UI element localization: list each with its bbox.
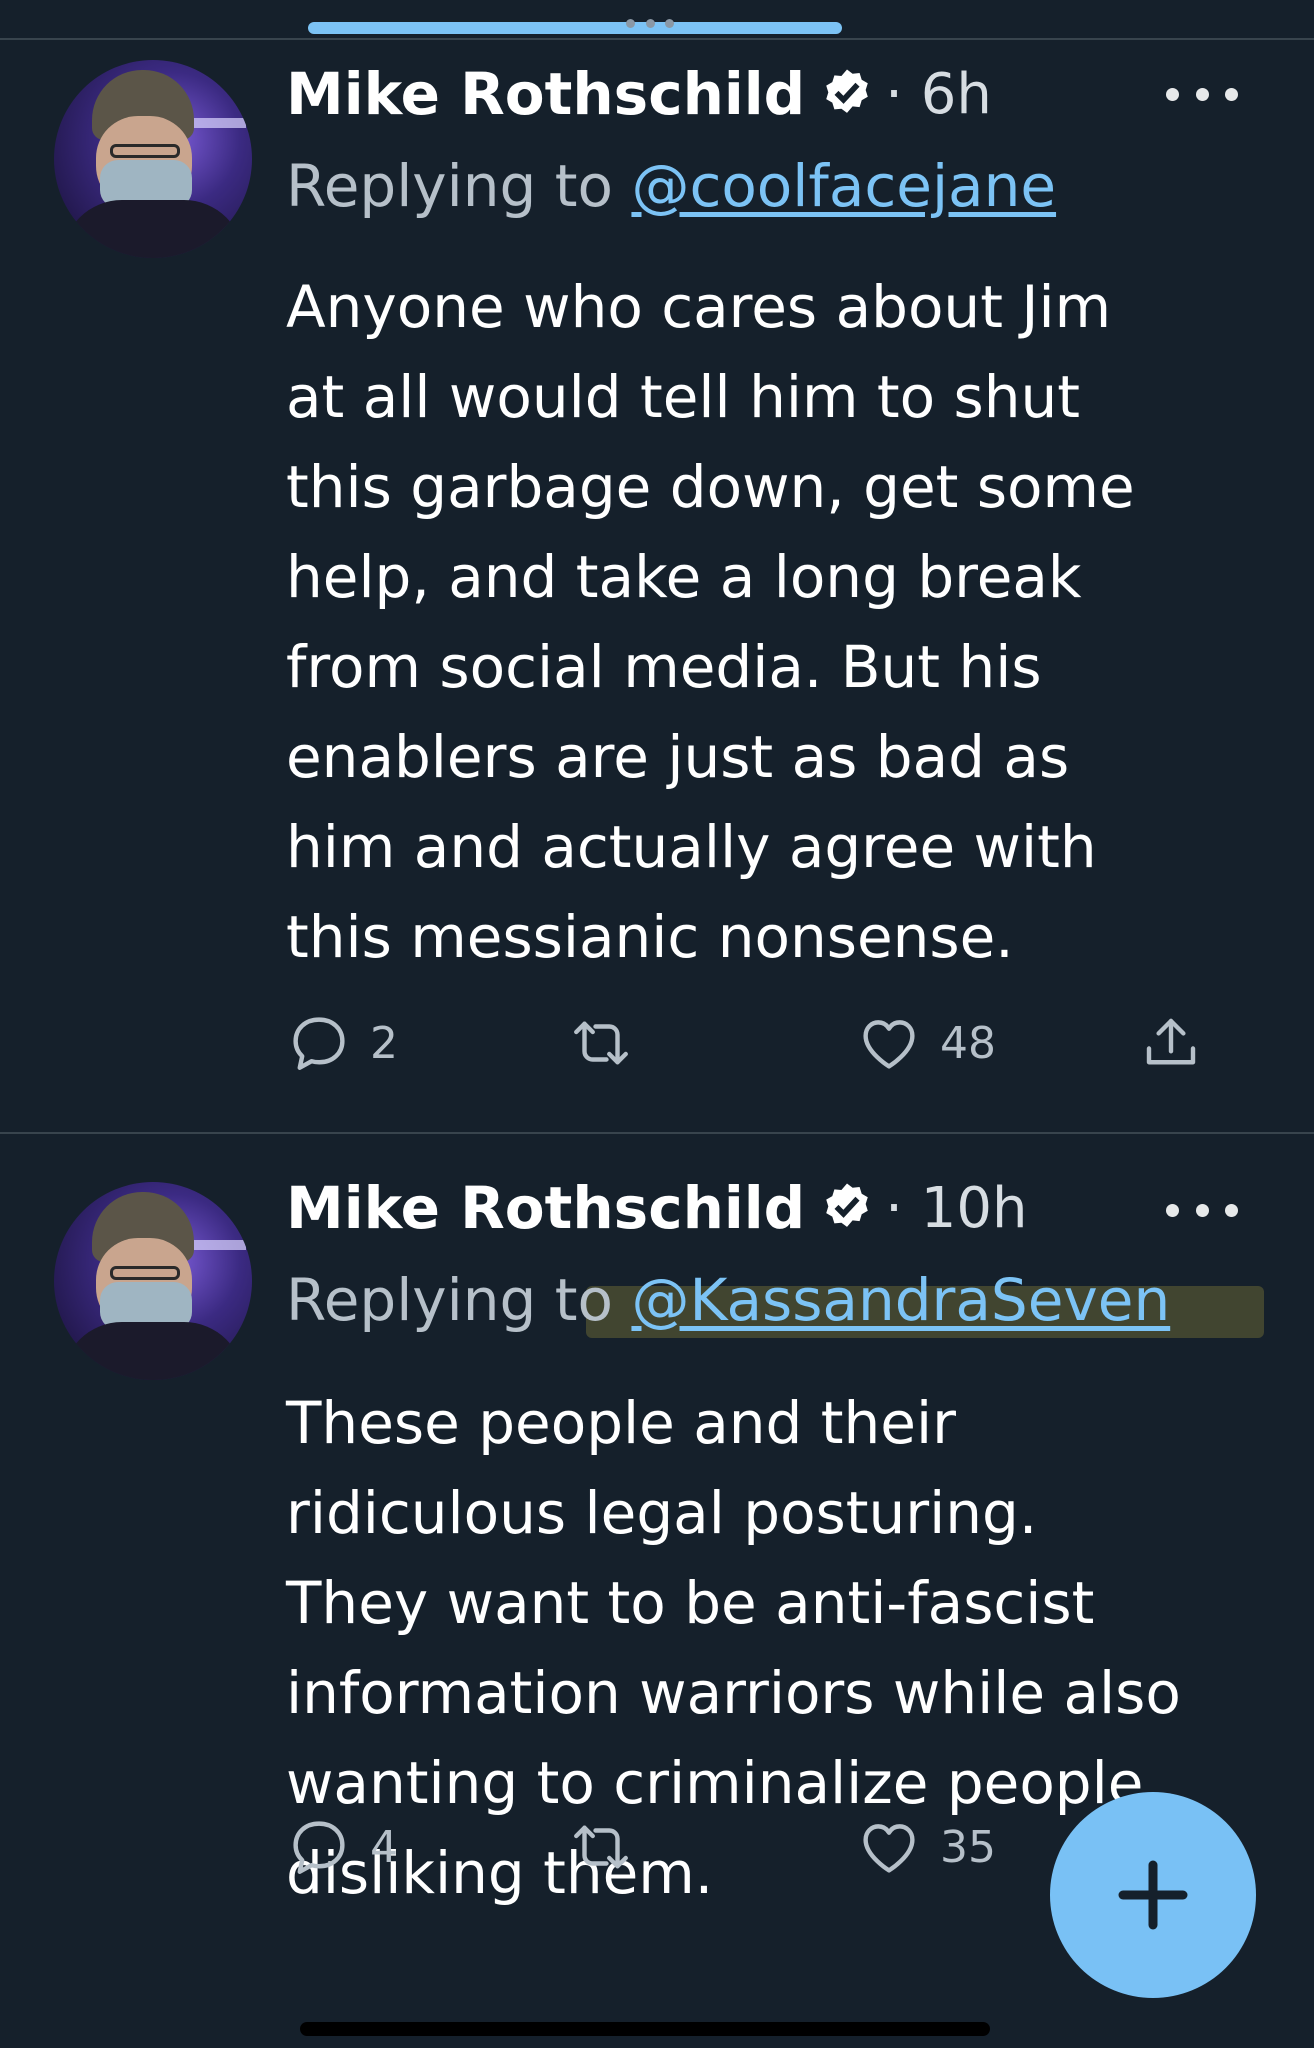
reply-button[interactable]: 2 [286, 1008, 398, 1078]
heart-icon [863, 1020, 915, 1069]
retweet-button[interactable] [568, 1008, 634, 1078]
tweet-divider [0, 1132, 1314, 1134]
avatar[interactable] [54, 1182, 252, 1380]
tweet-text-line: from social media. But his [286, 633, 1042, 701]
heart-icon [863, 1824, 915, 1873]
retweet-button[interactable] [568, 1812, 634, 1882]
tweet-text-line: information warriors while also [286, 1659, 1181, 1727]
home-indicator[interactable] [300, 2022, 990, 2036]
replying-prefix: Replying to [286, 152, 613, 220]
top-bar [0, 0, 1314, 40]
tweet-text-line: They want to be anti-fascist [286, 1569, 1095, 1637]
tweet-text: Anyone who cares about Jim at all would … [286, 262, 1276, 982]
like-count: 35 [940, 1821, 996, 1873]
tweet-text-line: at all would tell him to shut [286, 363, 1081, 431]
reply-handle-link[interactable]: @KassandraSeven [631, 1266, 1170, 1334]
replying-to: Replying to @coolfacejane [286, 152, 1056, 220]
tweet[interactable]: Mike Rothschild · 6h Replying to @coolfa… [0, 40, 1314, 1134]
tweet-time[interactable]: · 6h [885, 62, 992, 127]
tweet-time[interactable]: · 10h [885, 1176, 1027, 1241]
author-name[interactable]: Mike Rothschild [286, 1174, 805, 1242]
retweet-icon [574, 1825, 628, 1869]
tweet-text-line: this garbage down, get some [286, 453, 1135, 521]
scroll-dots-icon [626, 18, 674, 28]
tweet-header: Mike Rothschild · 10h [286, 1168, 1028, 1248]
compose-button[interactable] [1050, 1792, 1256, 1998]
retweet-icon [574, 1021, 628, 1065]
like-count: 48 [940, 1017, 996, 1069]
scroll-indicator [308, 22, 842, 34]
tweet-text-line: help, and take a long break [286, 543, 1082, 611]
reply-count: 2 [370, 1017, 398, 1069]
like-button[interactable]: 35 [856, 1812, 996, 1882]
tweet-text-line: Anyone who cares about Jim [286, 273, 1112, 341]
verified-badge-icon [826, 69, 868, 113]
reply-button[interactable]: 4 [286, 1812, 398, 1882]
reply-handle-link[interactable]: @coolfacejane [631, 152, 1056, 220]
verified-badge-icon [826, 1183, 868, 1227]
reply-count: 4 [370, 1821, 398, 1873]
tweet-header: Mike Rothschild · 6h [286, 54, 992, 134]
tweet-actions: 2 48 [286, 1008, 1246, 1078]
share-button[interactable] [1138, 1008, 1204, 1078]
tweet-text-line: enablers are just as bad as [286, 723, 1070, 791]
reply-icon [293, 1017, 345, 1070]
share-icon [1146, 1018, 1196, 1065]
author-name[interactable]: Mike Rothschild [286, 60, 805, 128]
tweet-text-line: this messianic nonsense. [286, 903, 1014, 971]
more-icon[interactable] [1166, 1200, 1238, 1220]
replying-to: Replying to @KassandraSeven [286, 1266, 1170, 1334]
avatar[interactable] [54, 60, 252, 258]
replying-prefix: Replying to [286, 1266, 613, 1334]
tweet-text-line: These people and their [286, 1389, 956, 1457]
more-icon[interactable] [1166, 84, 1238, 104]
tweet-text-line: him and actually agree with [286, 813, 1097, 881]
tweet-text-line: ridiculous legal posturing. [286, 1479, 1038, 1547]
like-button[interactable]: 48 [856, 1008, 996, 1078]
reply-icon [293, 1821, 345, 1874]
plus-icon [1118, 1860, 1188, 1930]
